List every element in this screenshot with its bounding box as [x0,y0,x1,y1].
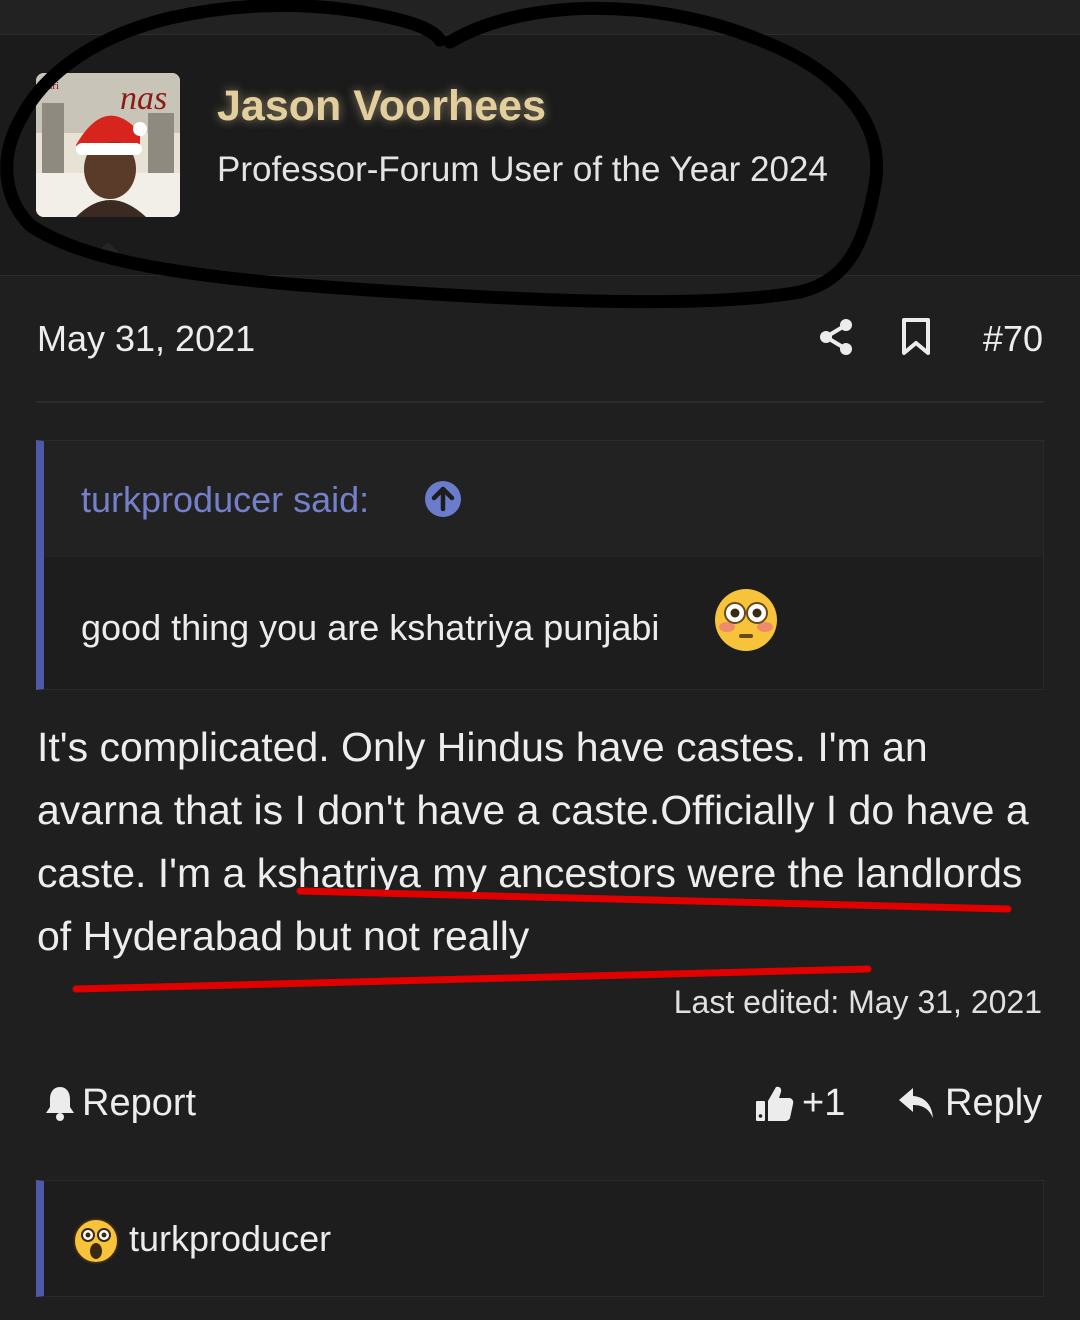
reply-arrow-icon [899,1088,933,1118]
bookmark-icon[interactable] [900,318,932,356]
quote-header[interactable]: turkproducer said: [44,441,1043,557]
divider [36,401,1044,403]
quote-text: good thing you are kshatriya punjabi [81,607,660,648]
arrow-up-circle-icon[interactable] [424,480,462,518]
avatar-pointer [96,242,120,254]
quote-block: turkproducer said: good thing you are ks… [36,440,1044,690]
last-edited: Last edited: May 31, 2021 [673,984,1042,1020]
like-button[interactable]: +1 [754,1080,845,1126]
reaction-user[interactable]: turkproducer [129,1218,331,1260]
bell-icon [46,1087,74,1121]
post-body-underlined-text: I'm a kshatriya my ancestors were the la… [37,850,1023,959]
astonished-face-emoji [73,1218,119,1264]
avatar-small-text: chri [42,80,59,92]
avatar-logo-text: nas [120,80,167,117]
reply-button[interactable]: Reply [897,1080,1042,1126]
user-title: Professor-Forum User of the Year 2024 [217,150,828,189]
thumbs-up-icon [756,1086,794,1121]
like-count: +1 [802,1081,846,1124]
report-label: Report [82,1081,197,1124]
top-bar [0,0,1080,35]
reply-label: Reply [945,1081,1043,1124]
reactions-bar[interactable]: turkproducer [36,1180,1044,1297]
post-date[interactable]: May 31, 2021 [37,318,255,360]
avatar-image: nas chri [36,73,180,217]
quote-author[interactable]: turkproducer said: [81,479,369,521]
post-body: It's complicated. Only Hindus have caste… [37,716,1047,968]
username[interactable]: Jason Voorhees [217,82,546,131]
report-button[interactable]: Report [44,1080,196,1126]
post-number[interactable]: #70 [983,318,1043,360]
avatar[interactable]: nas chri [36,73,180,217]
share-icon[interactable] [818,318,854,356]
flushed-face-emoji [715,589,777,651]
